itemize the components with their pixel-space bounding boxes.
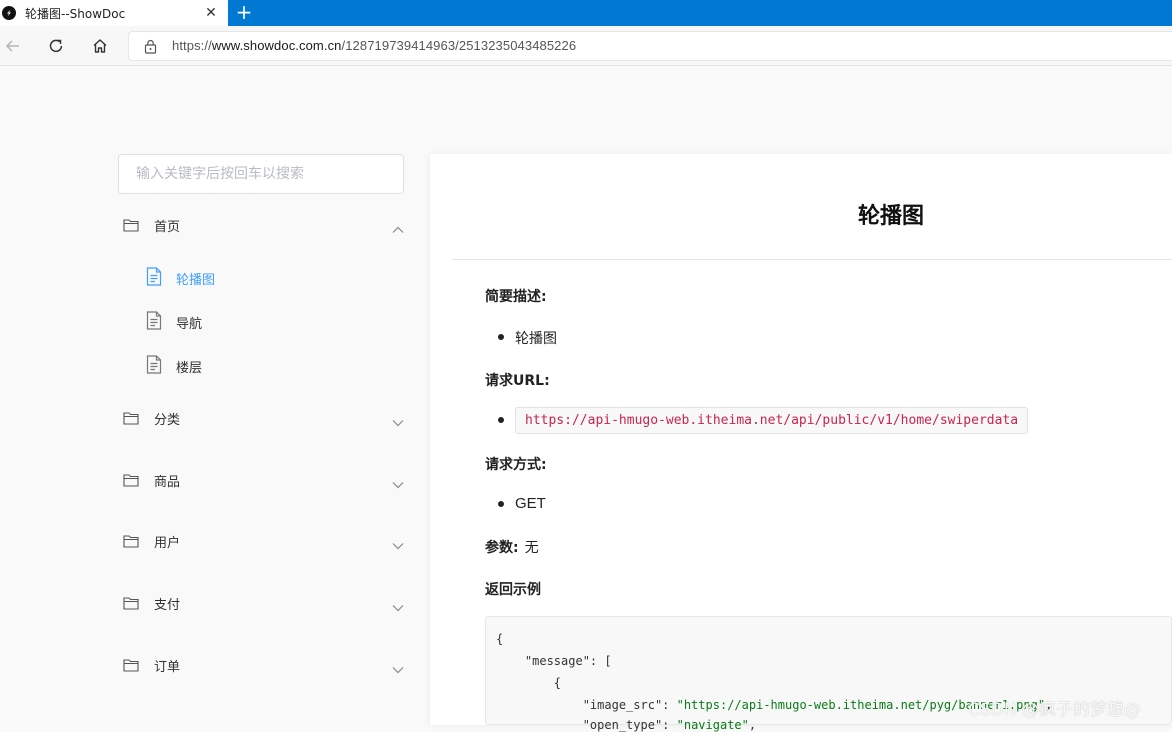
params-value: 无 <box>524 540 539 556</box>
chevron-down-icon[interactable] <box>392 659 404 678</box>
doc-content-panel: 轮播图 简要描述: 轮播图 请求URL: https://api-hmugo-w… <box>430 154 1172 732</box>
doc-label: 轮播图 <box>176 273 216 288</box>
document-icon <box>146 355 162 378</box>
browser-toolbar: https://www.showdoc.com.cn/1287197394149… <box>0 26 1172 66</box>
lock-icon[interactable] <box>144 39 157 58</box>
doc-item-floor[interactable]: 楼层 <box>146 355 346 378</box>
category-user[interactable]: 用户 <box>118 529 408 553</box>
category-order[interactable]: 订单 <box>118 653 408 677</box>
desc-heading: 简要描述: <box>485 289 547 305</box>
browser-tab-strip: 轮播图--ShowDoc ✕ + <box>0 0 1172 26</box>
address-bar[interactable]: https://www.showdoc.com.cn/1287197394149… <box>128 31 1172 61</box>
browser-tab[interactable]: 轮播图--ShowDoc ✕ <box>0 0 228 26</box>
page-title: 轮播图 <box>857 204 924 229</box>
category-label: 订单 <box>154 660 181 675</box>
doc-item-carousel[interactable]: 轮播图 <box>146 267 346 290</box>
doc-item-nav[interactable]: 导航 <box>146 311 346 334</box>
desc-item: 轮播图 <box>515 331 557 347</box>
category-label: 分类 <box>154 413 181 428</box>
close-tab-icon[interactable]: ✕ <box>203 5 219 21</box>
folder-icon <box>123 533 139 552</box>
tab-title: 轮播图--ShowDoc <box>25 6 126 21</box>
category-label: 商品 <box>154 475 181 490</box>
doc-search-box <box>118 154 404 194</box>
back-arrow-icon[interactable] <box>1 34 25 58</box>
folder-icon <box>123 472 139 491</box>
chevron-down-icon[interactable] <box>392 412 404 431</box>
folder-icon <box>123 595 139 614</box>
folder-icon <box>123 410 139 429</box>
doc-label: 导航 <box>176 317 203 332</box>
code-line: "message": [ <box>496 654 612 668</box>
refresh-icon[interactable] <box>44 34 68 58</box>
params-row: 参数: 无 <box>485 537 539 557</box>
url-text[interactable]: https://www.showdoc.com.cn/1287197394149… <box>172 38 576 53</box>
code-line: { <box>496 676 562 690</box>
category-label: 首页 <box>154 220 181 235</box>
chevron-up-icon[interactable] <box>392 219 404 238</box>
category-goods[interactable]: 商品 <box>118 468 408 492</box>
showdoc-favicon-icon <box>2 6 16 20</box>
new-tab-icon[interactable]: + <box>234 2 254 22</box>
url-path: /128719739414963/2513235043485226 <box>341 38 577 53</box>
search-input[interactable] <box>119 155 403 193</box>
bullet-dot <box>498 334 504 340</box>
document-icon <box>146 267 162 290</box>
category-label: 支付 <box>154 598 181 613</box>
category-payment[interactable]: 支付 <box>118 591 408 615</box>
example-heading: 返回示例 <box>485 582 541 598</box>
code-line: { <box>496 632 504 646</box>
category-classify[interactable]: 分类 <box>118 406 408 430</box>
bullet-dot <box>498 417 504 423</box>
code-line: "open_type": "navigate", <box>496 718 757 732</box>
document-icon <box>146 311 162 334</box>
chevron-down-icon[interactable] <box>392 474 404 493</box>
url-heading: 请求URL: <box>485 373 550 389</box>
json-string-value: "navigate" <box>676 718 749 732</box>
chevron-down-icon[interactable] <box>392 535 404 554</box>
url-host: www.showdoc.com.cn <box>211 38 342 53</box>
home-icon[interactable] <box>88 34 112 58</box>
method-heading: 请求方式: <box>485 457 547 473</box>
category-label: 用户 <box>154 536 181 551</box>
category-home[interactable]: 首页 <box>118 213 408 237</box>
folder-icon <box>123 217 139 236</box>
watermark-text: CSDN @疯子的梦想@ <box>968 700 1141 720</box>
url-scheme: https:// <box>172 38 212 53</box>
doc-label: 楼层 <box>176 361 203 376</box>
chevron-down-icon[interactable] <box>392 597 404 616</box>
method-value: GET <box>515 495 546 512</box>
folder-icon <box>123 657 139 676</box>
title-divider <box>452 259 1172 260</box>
params-heading: 参数: <box>485 540 519 556</box>
bullet-dot <box>498 501 504 507</box>
request-url-code: https://api-hmugo-web.itheima.net/api/pu… <box>515 407 1029 434</box>
